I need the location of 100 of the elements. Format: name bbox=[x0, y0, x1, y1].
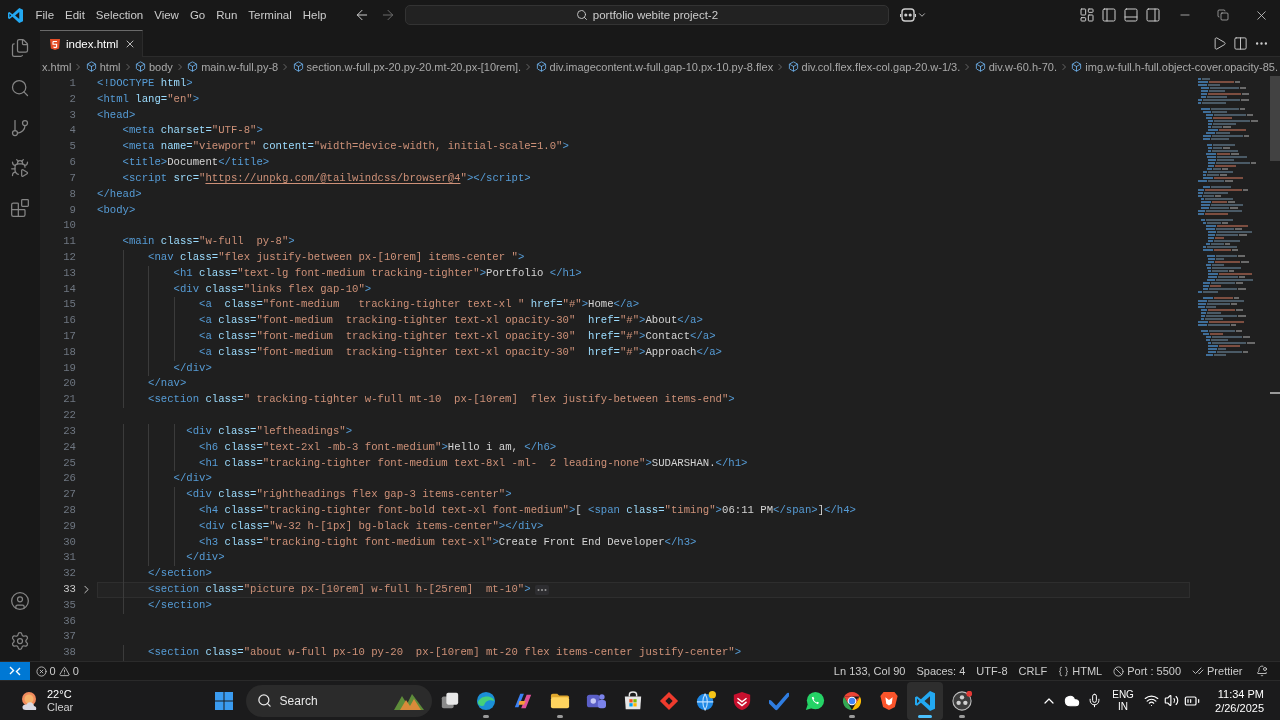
layout-icon[interactable] bbox=[1079, 7, 1095, 23]
line-number: 36 bbox=[62, 613, 76, 629]
remote-button[interactable] bbox=[0, 662, 30, 680]
panel-right-icon[interactable] bbox=[1145, 7, 1161, 23]
cube-icon bbox=[1071, 61, 1083, 72]
code-line: <h1 class="tracking-tighter font-medium text-8xl -ml- 2 leading-none">SUDARSHAN.</h1> bbox=[199, 455, 748, 471]
microphone-icon[interactable] bbox=[1087, 693, 1103, 708]
code-line: <h4 class="tracking-tighter font-bold text-xl font-medium">[ <span class="timing">06:11 PM</span>]</h4> bbox=[199, 502, 856, 518]
line-number: 30 bbox=[62, 534, 76, 550]
split-editor-icon[interactable] bbox=[1233, 35, 1248, 51]
line-number: 6 bbox=[68, 155, 76, 171]
line-number: 9 bbox=[68, 202, 76, 218]
formatter-status[interactable]: Prettier bbox=[1186, 662, 1248, 680]
cube-icon bbox=[187, 61, 199, 72]
code-line: </nav> bbox=[148, 376, 187, 392]
line-number: 29 bbox=[62, 518, 76, 534]
branch-icon[interactable] bbox=[10, 118, 30, 138]
code-line: <meta name="viewport" content="width=device-width, initial-scale=1.0"> bbox=[122, 139, 569, 155]
breadcrumb[interactable]: html bbox=[83, 60, 123, 73]
clock-button[interactable]: 11:34 PM 2/26/2025 bbox=[1215, 686, 1264, 715]
panel-bottom-icon[interactable] bbox=[1123, 7, 1139, 23]
indentation-setting[interactable]: Spaces: 4 bbox=[910, 662, 971, 680]
breadcrumb[interactable]: main.w-full.py-8 bbox=[185, 60, 281, 73]
panel-left-icon[interactable] bbox=[1101, 7, 1117, 23]
command-center[interactable]: portfolio webite project-2 bbox=[404, 5, 889, 25]
user-circle-icon[interactable] bbox=[10, 591, 30, 611]
code-line: <section class=" tracking-tighter w-full mt-10 px-[10rem] flex justify-between items-end"> bbox=[148, 392, 735, 408]
line-number: 22 bbox=[62, 408, 76, 424]
app-logo-icon bbox=[915, 690, 936, 711]
scrollbar-thumb[interactable] bbox=[1270, 76, 1280, 161]
line-number: 13 bbox=[62, 265, 76, 281]
breadcrumb[interactable]: section.w-full.px-20.py-20.mt-20.px-[10rem]. bbox=[290, 60, 524, 73]
settings-icon[interactable] bbox=[10, 631, 30, 651]
code-line: <title>Document</title> bbox=[122, 155, 270, 171]
line-number: 16 bbox=[62, 313, 76, 329]
cube-icon bbox=[535, 61, 547, 72]
overlapping-squares-icon bbox=[439, 690, 460, 711]
code-line: <div class="leftheadings"> bbox=[186, 423, 353, 439]
line-number: 15 bbox=[62, 297, 76, 313]
search-icon[interactable] bbox=[10, 78, 30, 98]
search-icon bbox=[575, 9, 588, 21]
language-mode[interactable]: HTML bbox=[1052, 662, 1108, 680]
taskbar-app-button[interactable] bbox=[906, 681, 944, 720]
search-button[interactable]: Search bbox=[245, 684, 432, 717]
robot-icon[interactable] bbox=[899, 8, 916, 22]
breadcrumb[interactable]: body bbox=[132, 60, 175, 73]
code-line: <a class="font-medium tracking-tighter text-xl " href="#">Home</a> bbox=[199, 297, 640, 313]
language-indicator[interactable]: ENG IN bbox=[1110, 688, 1137, 713]
restore-icon[interactable] bbox=[1217, 9, 1229, 21]
menu-item[interactable]: Edit bbox=[59, 5, 91, 25]
line-number: 1 bbox=[68, 76, 76, 91]
code-line: <h1 class="text-lg font-medium tracking-tighter">Portfolio </h1> bbox=[173, 265, 582, 281]
code-line: <nav class="flex justify-between px-[10rem] items-center "> bbox=[148, 249, 525, 265]
code-line: <div class="links flex gap-10"> bbox=[173, 281, 372, 297]
error-icon bbox=[35, 665, 47, 677]
run-icon[interactable] bbox=[1212, 35, 1227, 51]
breadcrumb[interactable]: div.imagecontent.w-full.gap-10.px-10.py-8.flex bbox=[533, 60, 776, 73]
breadcrumb[interactable]: div.w-60.h-70. bbox=[972, 60, 1059, 73]
app-logo bbox=[7, 7, 23, 23]
line-number: 20 bbox=[62, 376, 76, 392]
code-line: </div> bbox=[173, 360, 212, 376]
menu-item[interactable]: Help bbox=[297, 5, 332, 25]
menu-item[interactable]: Terminal bbox=[242, 5, 298, 25]
ellipsis-icon[interactable] bbox=[534, 584, 549, 595]
menu-item[interactable]: Selection bbox=[90, 5, 149, 25]
line-number: 12 bbox=[62, 249, 76, 265]
line-number: 19 bbox=[62, 360, 76, 376]
editor-tab[interactable]: index.html bbox=[40, 30, 144, 57]
bell-icon[interactable] bbox=[1256, 665, 1268, 677]
play-bug-icon[interactable] bbox=[10, 158, 30, 178]
menu-item[interactable]: Go bbox=[184, 5, 211, 25]
breadcrumb[interactable]: img.w-full.h-full.object-cover.opacity-85. bbox=[1069, 60, 1280, 73]
breadcrumb[interactable]: div.col.flex.flex-col.gap-20.w-1/3. bbox=[785, 60, 963, 73]
checkmark-icon bbox=[768, 690, 789, 711]
code-line: </div> bbox=[173, 471, 212, 487]
swirl-icon bbox=[476, 690, 497, 711]
blocks-icon[interactable] bbox=[10, 198, 30, 218]
line-number: 26 bbox=[62, 471, 76, 487]
line-number: 5 bbox=[68, 139, 76, 155]
line-number: 17 bbox=[62, 329, 76, 344]
chevron-down-icon[interactable] bbox=[916, 10, 927, 20]
cursor-position[interactable]: Ln 133, Col 90 bbox=[828, 662, 911, 680]
menu-item[interactable]: File bbox=[30, 5, 60, 25]
file-encoding[interactable]: UTF-8 bbox=[970, 662, 1013, 680]
double-check-icon bbox=[1192, 665, 1205, 677]
breadcrumb[interactable]: x.html bbox=[40, 60, 74, 73]
menu-item[interactable]: Run bbox=[210, 5, 243, 25]
server-port[interactable]: Port : 5500 bbox=[1107, 662, 1187, 680]
remote-icon bbox=[9, 666, 21, 676]
menu-item[interactable]: View bbox=[148, 5, 185, 25]
problems-button[interactable]: 0 0 bbox=[30, 662, 85, 680]
wifi-icon bbox=[1144, 693, 1160, 708]
warning-icon bbox=[58, 665, 70, 677]
line-ending[interactable]: CRLF bbox=[1013, 662, 1053, 680]
code-line: <head> bbox=[97, 107, 136, 123]
code-line: <section class="about w-full px-10 py-20 px-[10rem] mt-20 flex items-center justify-center"> bbox=[148, 645, 742, 661]
weather-widget[interactable]: 22°C Clear bbox=[0, 680, 206, 720]
line-number: 21 bbox=[62, 392, 76, 408]
files-icon[interactable] bbox=[10, 38, 30, 58]
quick-settings-button[interactable] bbox=[1144, 692, 1201, 709]
